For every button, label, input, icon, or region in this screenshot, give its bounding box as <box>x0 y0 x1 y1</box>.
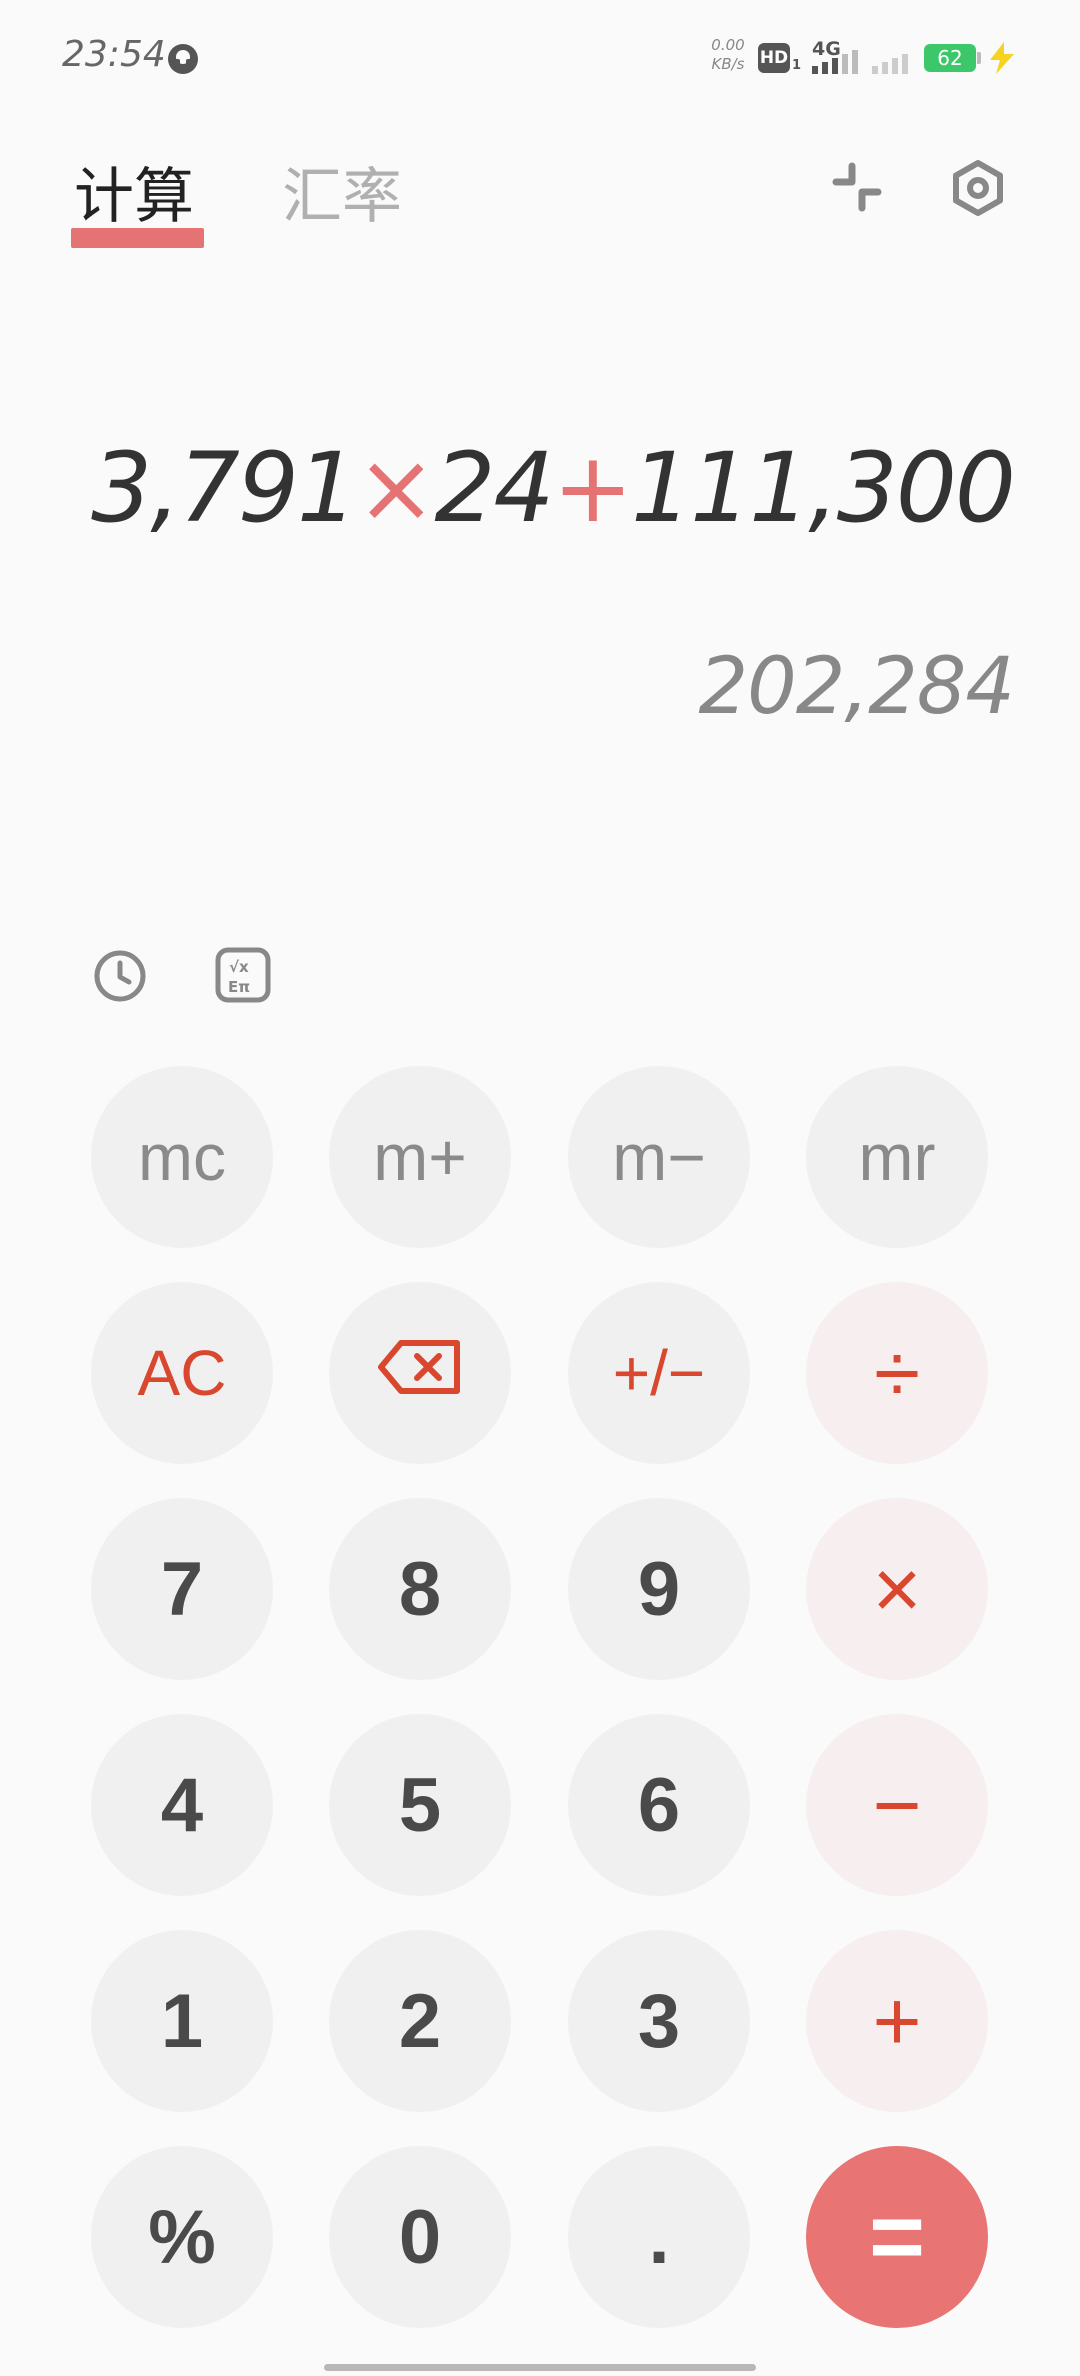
divide-label: ÷ <box>873 1325 921 1420</box>
battery-cap <box>977 52 981 64</box>
tab-exchange-rate[interactable]: 汇率 <box>282 148 402 235</box>
hd-badge: HD <box>758 43 790 73</box>
minus-button[interactable]: − <box>806 1714 988 1896</box>
expression-operator-multiply: × <box>355 432 436 544</box>
digit-8-label: 8 <box>398 1546 442 1632</box>
minus-label: − <box>872 1757 922 1852</box>
sign-toggle-label: +/− <box>612 1337 706 1409</box>
digit-7-button[interactable]: 7 <box>91 1498 273 1680</box>
percent-label: % <box>148 2194 216 2280</box>
equals-button[interactable]: = <box>806 2146 988 2328</box>
home-indicator[interactable] <box>324 2364 756 2371</box>
clear-button[interactable]: AC <box>91 1282 273 1464</box>
expression-display: 3,791×24+111,300 <box>91 432 1016 544</box>
multiply-label: × <box>872 1541 922 1636</box>
decimal-point-button[interactable]: . <box>568 2146 750 2328</box>
result-display: 202,284 <box>698 642 1015 732</box>
digit-2-label: 2 <box>398 1978 442 2064</box>
signal-2-icon <box>872 50 912 78</box>
mr-label: mr <box>858 1120 936 1194</box>
digit-7-label: 7 <box>160 1546 204 1632</box>
digit-5-button[interactable]: 5 <box>329 1714 511 1896</box>
scientific-mode-icon[interactable]: √x Eπ <box>214 946 272 1008</box>
clear-label: AC <box>137 1337 227 1409</box>
charging-icon <box>984 40 1020 80</box>
svg-text:√x: √x <box>229 958 249 976</box>
digit-0-button[interactable]: 0 <box>329 2146 511 2328</box>
digit-2-button[interactable]: 2 <box>329 1930 511 2112</box>
history-icon[interactable] <box>92 948 148 1008</box>
digit-5-label: 5 <box>398 1762 442 1848</box>
collapse-icon[interactable] <box>830 160 884 218</box>
expression-operand-1: 3,791 <box>91 432 358 544</box>
hd-sub: 1 <box>792 58 802 73</box>
decimal-point-label: . <box>648 2194 670 2280</box>
mc-button[interactable]: mc <box>91 1066 273 1248</box>
digit-1-label: 1 <box>160 1978 204 2064</box>
expression-operand-2: 24 <box>434 432 554 544</box>
signal-icon <box>812 50 860 78</box>
digit-6-label: 6 <box>637 1762 681 1848</box>
backspace-button[interactable] <box>329 1282 511 1464</box>
net-speed-value: 0.00 <box>711 36 745 54</box>
percent-button[interactable]: % <box>91 2146 273 2328</box>
expression-operator-plus: + <box>552 432 633 544</box>
m-plus-label: m+ <box>373 1120 467 1194</box>
status-time: 23:54 <box>62 34 166 75</box>
plus-label: + <box>872 1973 922 2068</box>
mr-button[interactable]: mr <box>806 1066 988 1248</box>
equals-label: = <box>868 2183 926 2290</box>
digit-3-button[interactable]: 3 <box>568 1930 750 2112</box>
digit-1-button[interactable]: 1 <box>91 1930 273 2112</box>
divide-button[interactable]: ÷ <box>806 1282 988 1464</box>
digit-9-button[interactable]: 9 <box>568 1498 750 1680</box>
m-plus-button[interactable]: m+ <box>329 1066 511 1248</box>
mc-label: mc <box>138 1120 226 1194</box>
digit-8-button[interactable]: 8 <box>329 1498 511 1680</box>
settings-icon[interactable] <box>950 160 1006 220</box>
m-minus-button[interactable]: m− <box>568 1066 750 1248</box>
plus-button[interactable]: + <box>806 1930 988 2112</box>
headset-app-icon <box>166 42 200 80</box>
battery-indicator: 62 <box>924 44 976 72</box>
multiply-button[interactable]: × <box>806 1498 988 1680</box>
backspace-icon <box>377 1336 463 1410</box>
sign-toggle-button[interactable]: +/− <box>568 1282 750 1464</box>
tab-calculate[interactable]: 计算 <box>74 148 194 235</box>
digit-9-label: 9 <box>637 1546 681 1632</box>
digit-3-label: 3 <box>637 1978 681 2064</box>
digit-4-button[interactable]: 4 <box>91 1714 273 1896</box>
expression-operand-3: 111,300 <box>631 432 1016 544</box>
net-speed: 0.00 KB/s <box>706 36 750 74</box>
digit-6-button[interactable]: 6 <box>568 1714 750 1896</box>
m-minus-label: m− <box>612 1120 706 1194</box>
digit-4-label: 4 <box>160 1762 204 1848</box>
net-speed-unit: KB/s <box>711 55 745 73</box>
svg-text:Eπ: Eπ <box>228 978 250 996</box>
status-bar: 23:54 0.00 KB/s HD 1 4G 62 <box>0 0 1080 115</box>
digit-0-label: 0 <box>398 2194 442 2280</box>
active-tab-underline <box>71 228 204 248</box>
